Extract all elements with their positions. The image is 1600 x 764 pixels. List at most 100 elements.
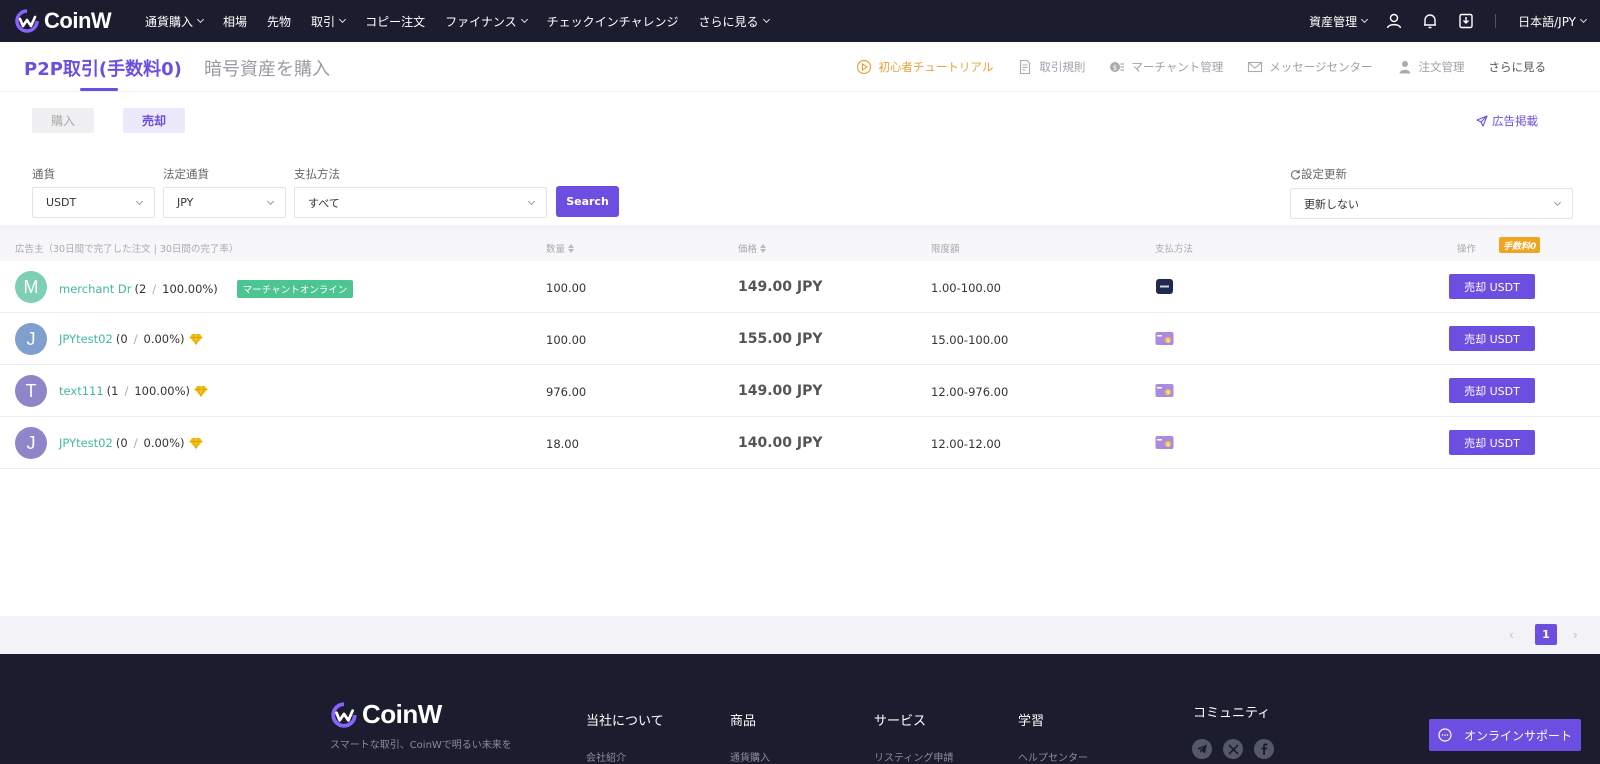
nav-item-5[interactable]: ファイナンス — [445, 13, 528, 30]
language-selector[interactable]: 日本語/JPY — [1518, 13, 1588, 30]
svg-text:$: $ — [1167, 338, 1170, 344]
merchant-name[interactable]: JPYtest02 — [59, 436, 113, 450]
person-icon — [1399, 61, 1410, 74]
coinw-logo[interactable]: CoinW — [14, 8, 112, 34]
footer-link[interactable]: リスティング申請 — [874, 749, 953, 764]
footer-link[interactable]: ヘルプセンター — [1018, 749, 1088, 764]
prev-page-button[interactable]: ‹ — [1509, 628, 1514, 642]
coinw-logo-icon — [331, 701, 357, 728]
order-count: (0 — [115, 436, 128, 450]
footer-column-title: 学習 — [1018, 714, 1045, 729]
chevron-down-icon — [135, 197, 144, 206]
svg-text:$: $ — [1167, 390, 1170, 396]
buy-toggle-button[interactable]: 購入 — [32, 108, 94, 133]
avatar: M — [15, 271, 47, 303]
merchant-info: text111 (1 / 100.00%) — [59, 384, 208, 398]
subheader-links: 初心者チュートリアル 取引規則 $ マーチャント管理 メッセージセンター 注文管… — [832, 42, 1546, 92]
footer-link[interactable]: 会社紹介 — [586, 749, 626, 764]
sell-toggle-button[interactable]: 売却 — [123, 108, 185, 133]
post-ad-link[interactable]: 広告掲載 — [1476, 113, 1538, 129]
table-row: Mmerchant Dr (2 / 100.00%) マーチャントオンライン 100.00… — [0, 261, 1600, 313]
p2p-subheader: P2P取引(手数料0) 暗号資産を購入 初心者チュートリアル 取引規則 $ マー… — [0, 42, 1600, 92]
currency-select[interactable]: USDT — [32, 187, 155, 218]
nav-item-4[interactable]: コピー注文 — [365, 13, 425, 30]
merchant-online-badge: マーチャントオンライン — [236, 280, 354, 298]
tutorial-link[interactable]: 初心者チュートリアル — [856, 59, 993, 75]
x-twitter-icon[interactable] — [1223, 739, 1243, 759]
svg-text:$: $ — [1113, 64, 1117, 72]
cash-card-icon: $ — [1155, 382, 1174, 399]
logo-text: CoinW — [44, 8, 112, 33]
bank-card-icon — [1155, 278, 1174, 295]
nav-item-3[interactable]: 取引 — [311, 13, 347, 30]
fiat-select[interactable]: JPY — [163, 187, 286, 218]
search-button[interactable]: Search — [556, 186, 619, 217]
quantity: 100.00 — [546, 333, 587, 347]
quantity: 100.00 — [546, 281, 587, 295]
price: 140.00 JPY — [738, 435, 823, 451]
facebook-icon[interactable] — [1254, 739, 1274, 759]
next-page-button[interactable]: › — [1573, 628, 1578, 642]
cash-card-icon: $ — [1155, 330, 1174, 347]
chevron-down-icon — [1361, 15, 1369, 24]
merchant-management-link[interactable]: $ マーチャント管理 — [1109, 59, 1223, 75]
fiat-label: 法定通貨 — [163, 167, 209, 181]
footer-column-title: 当社について — [586, 714, 664, 729]
avatar: J — [15, 323, 47, 355]
header-quantity[interactable]: 数量 — [546, 241, 575, 255]
currency-label: 通貨 — [32, 167, 55, 181]
chevron-down-icon — [196, 15, 205, 24]
chevron-down-icon — [1553, 198, 1562, 207]
nav-right: 資産管理 日本語/JPY — [1287, 0, 1588, 42]
tab-buy-crypto[interactable]: 暗号資産を購入 — [204, 55, 330, 81]
payment-method-select[interactable]: すべて — [294, 187, 547, 218]
order-count: (2 — [134, 282, 147, 296]
document-icon — [1020, 59, 1031, 75]
merchant-name[interactable]: merchant Dr — [59, 282, 131, 296]
chevron-down-icon — [1579, 15, 1588, 24]
separator: / — [133, 332, 138, 346]
refresh-interval-select[interactable]: 更新しない — [1290, 188, 1573, 219]
footer-logo[interactable]: CoinW — [330, 699, 442, 730]
page-number-current[interactable]: 1 — [1535, 624, 1557, 645]
download-icon[interactable] — [1457, 12, 1475, 30]
header-payment: 支払方法 — [1155, 244, 1194, 255]
nav-item-7[interactable]: さらに見る — [699, 13, 770, 30]
telegram-icon[interactable] — [1192, 739, 1212, 759]
pagination: ‹ 1 › — [0, 616, 1600, 654]
completion-rate: 0.00%) — [143, 332, 185, 346]
quantity: 976.00 — [546, 385, 587, 399]
chevron-down-icon — [762, 15, 770, 24]
merchant-name[interactable]: JPYtest02 — [59, 332, 113, 346]
sell-usdt-button[interactable]: 売却 USDT — [1449, 326, 1535, 351]
limit-range: 12.00-12.00 — [931, 437, 1001, 451]
nav-item-6[interactable]: チェックインチャレンジ — [547, 13, 679, 30]
nav-item-2[interactable]: 先物 — [267, 13, 291, 30]
refresh-icon — [1291, 169, 1301, 179]
assets-menu[interactable]: 資産管理 — [1309, 13, 1369, 30]
sell-usdt-button[interactable]: 売却 USDT — [1449, 378, 1535, 403]
price: 149.00 JPY — [738, 383, 823, 399]
online-support-button[interactable]: オンラインサポート — [1429, 719, 1581, 751]
merchant-info: JPYtest02 (0 / 0.00%) — [59, 332, 203, 346]
header-price[interactable]: 価格 — [738, 241, 767, 255]
nav-item-1[interactable]: 相場 — [223, 13, 247, 30]
merchant-name[interactable]: text111 — [59, 384, 104, 398]
bell-icon[interactable] — [1421, 12, 1439, 30]
user-icon[interactable] — [1385, 12, 1403, 30]
sell-usdt-button[interactable]: 売却 USDT — [1449, 274, 1535, 299]
diamond-icon — [189, 333, 203, 345]
more-link[interactable]: さらに見る — [1489, 59, 1547, 75]
footer-column-title: 商品 — [730, 714, 757, 729]
avatar: T — [15, 375, 47, 407]
nav-item-0[interactable]: 通貨購入 — [145, 13, 205, 30]
completion-rate: 100.00%) — [162, 282, 218, 296]
tab-p2p-trading[interactable]: P2P取引(手数料0) — [24, 55, 182, 81]
order-management-link[interactable]: 注文管理 — [1397, 59, 1465, 75]
footer-link[interactable]: 通貨購入 — [730, 749, 770, 764]
quantity: 18.00 — [546, 437, 579, 451]
sell-usdt-button[interactable]: 売却 USDT — [1449, 430, 1535, 455]
message-center-link[interactable]: メッセージセンター — [1247, 59, 1373, 75]
chevron-down-icon — [527, 197, 536, 206]
trading-rules-link[interactable]: 取引規則 — [1017, 59, 1085, 75]
